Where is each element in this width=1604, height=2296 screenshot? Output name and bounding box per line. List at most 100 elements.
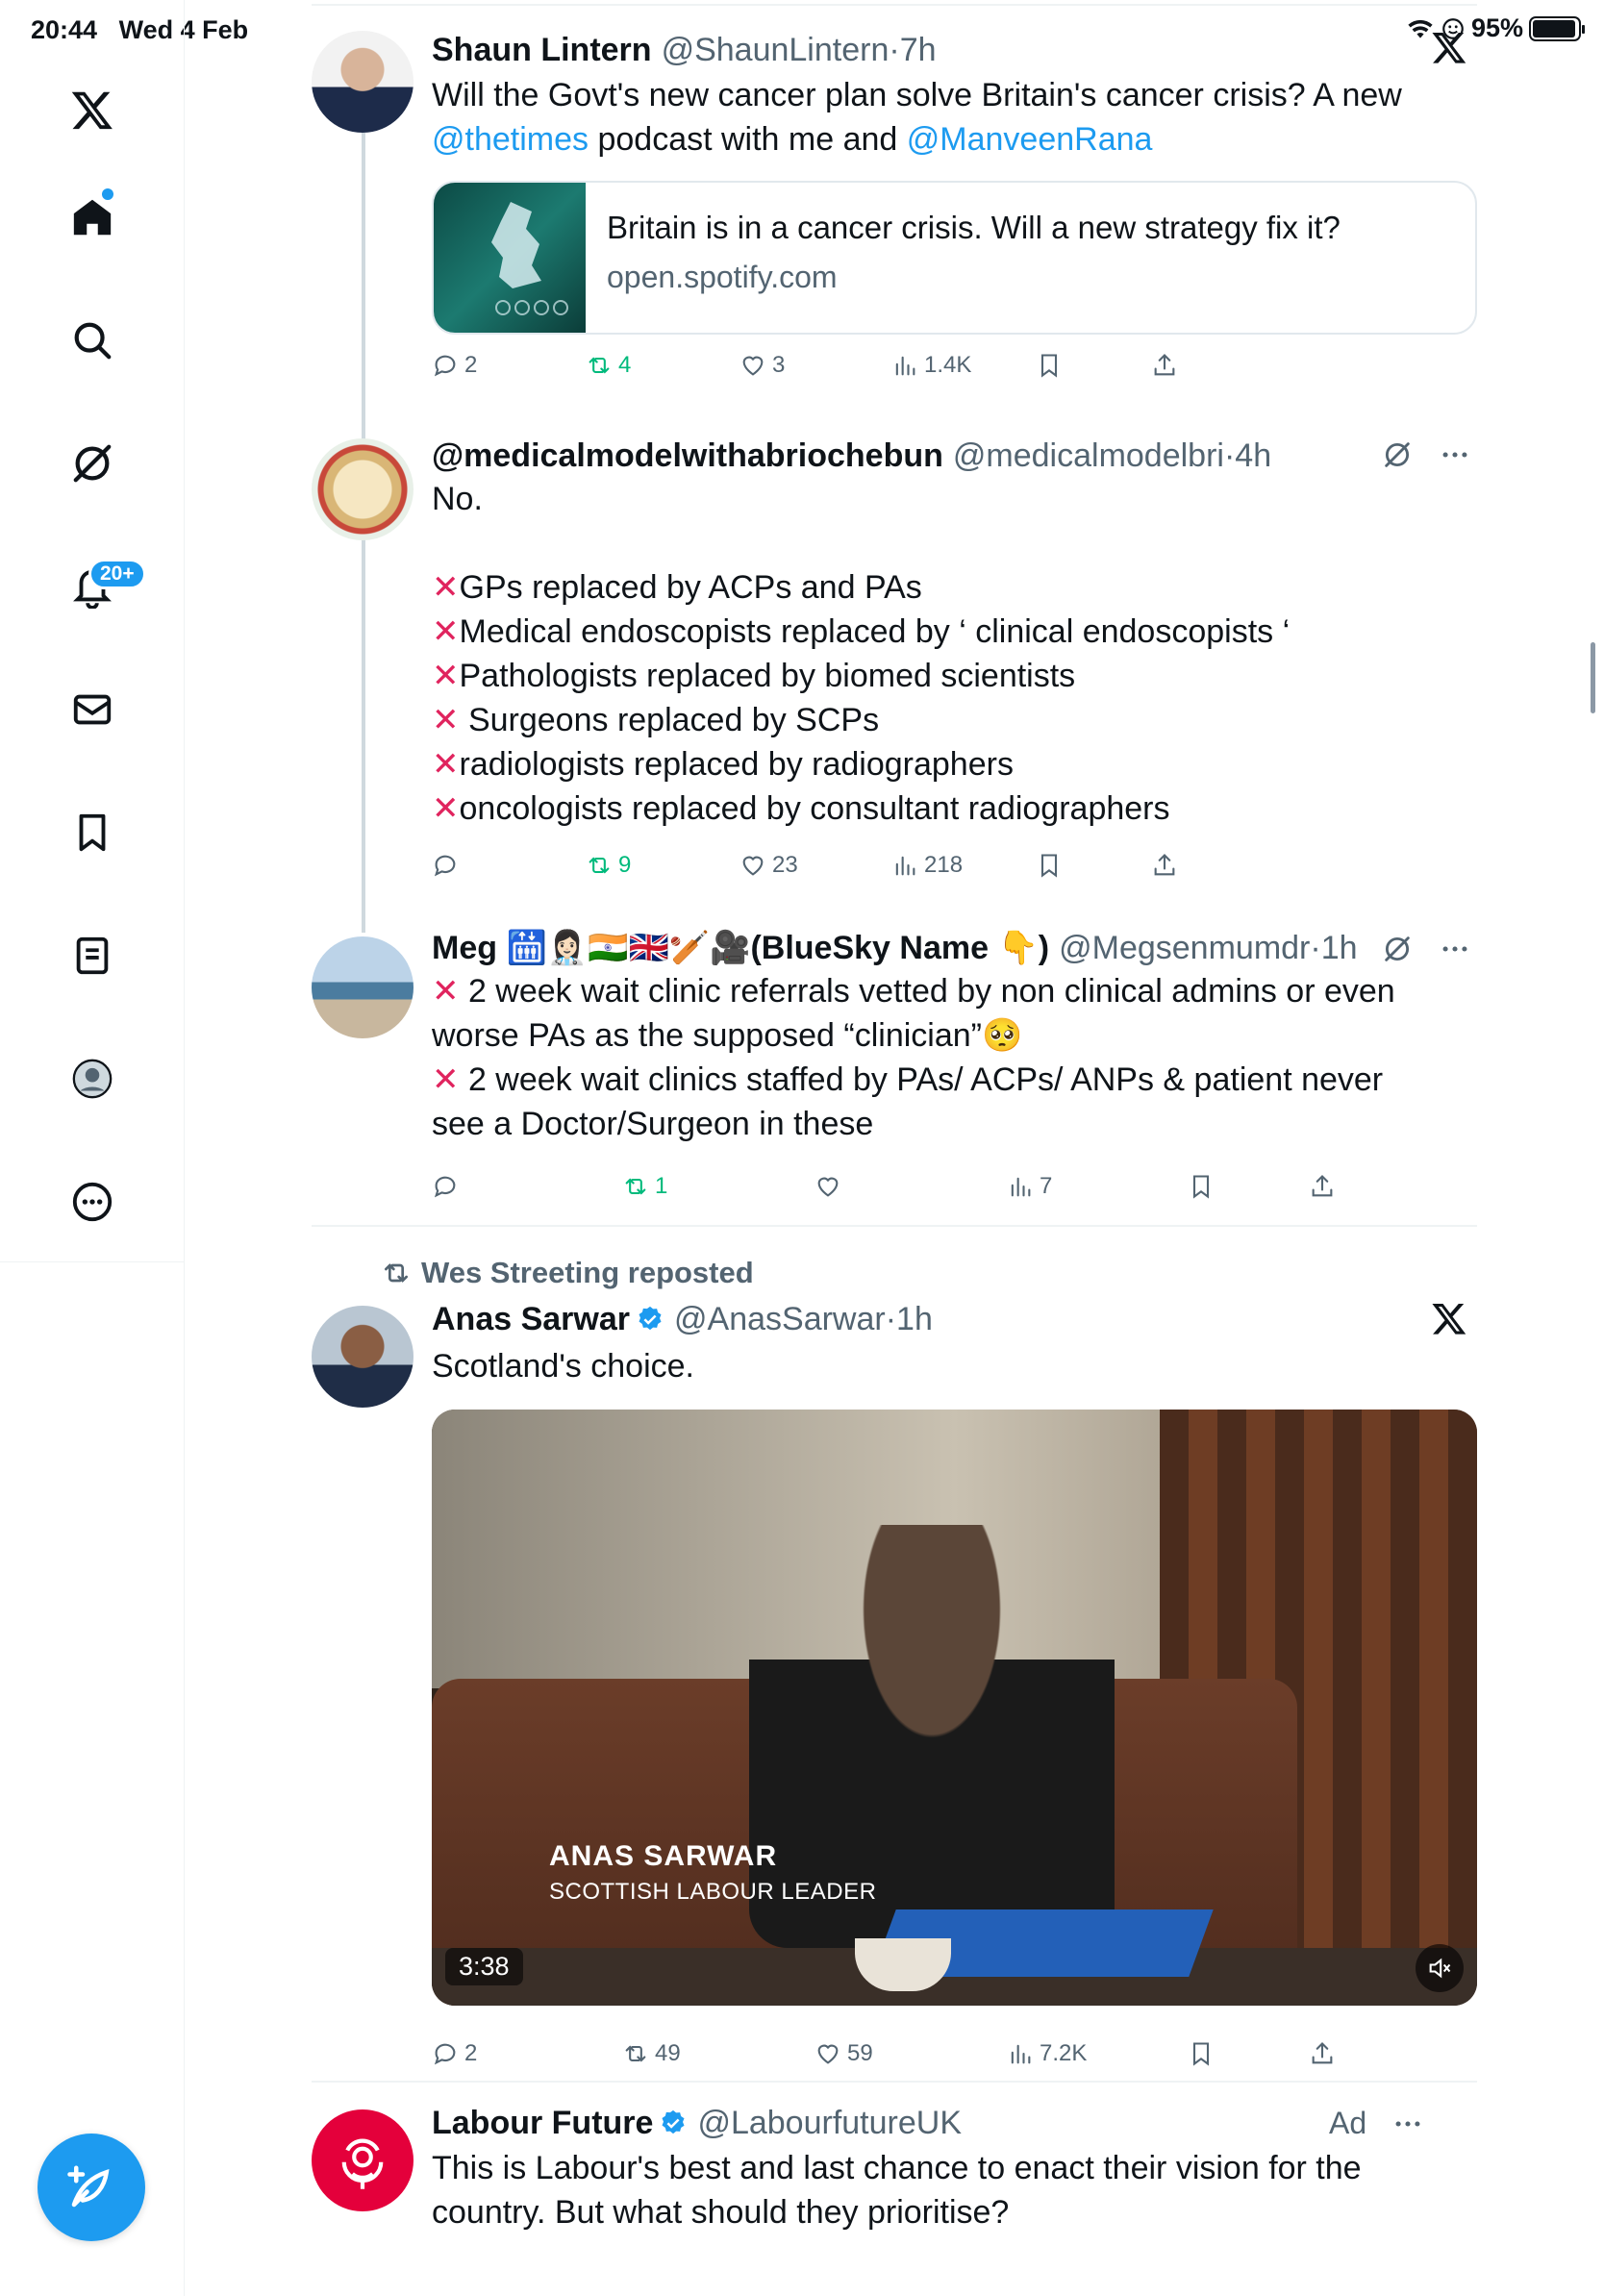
grok-icon[interactable] xyxy=(58,429,127,498)
author-name[interactable]: Meg 🛗👩🏻‍⚕️🇮🇳🇬🇧🏏🎥(BlueSky Name 👇) xyxy=(432,927,1049,969)
views-button[interactable]: 1.4K xyxy=(891,352,971,379)
verified-badge-icon xyxy=(639,1306,662,1331)
avatar[interactable] xyxy=(312,31,414,133)
bookmark-button[interactable] xyxy=(1188,1173,1215,1200)
cross-mark-icon: ✕ xyxy=(432,658,460,694)
reply-count: 2 xyxy=(464,352,478,378)
author-handle[interactable]: @Megsenmumdr xyxy=(1059,927,1310,969)
views-button[interactable]: 218 xyxy=(891,852,963,879)
author-handle[interactable]: @LabourfutureUK xyxy=(697,2102,962,2144)
cross-mark-icon: ✕ xyxy=(432,973,460,1010)
messages-icon[interactable] xyxy=(58,675,127,744)
author-handle[interactable]: @ShaunLintern xyxy=(662,29,890,71)
tweet-header: Shaun Lintern @ShaunLintern · 7h xyxy=(432,29,1477,71)
post-time[interactable]: 4h xyxy=(1235,435,1271,477)
like-button[interactable]: 3 xyxy=(739,352,785,379)
views-button[interactable]: 7.2K xyxy=(1007,2040,1087,2067)
views-icon xyxy=(1011,2044,1031,2064)
x-logo-icon[interactable] xyxy=(58,75,127,144)
heart-icon xyxy=(817,2044,839,2064)
tweet[interactable]: Wes Streeting reposted Anas Sarwar @Anas… xyxy=(312,1250,1477,2077)
views-button[interactable]: 7 xyxy=(1007,1173,1052,1200)
battery-icon xyxy=(1529,15,1585,41)
lists-icon[interactable] xyxy=(58,921,127,990)
video-player[interactable]: ANAS SARWAR SCOTTISH LABOUR LEADER 3:38 xyxy=(432,1410,1477,2006)
mention-link[interactable]: @thetimes xyxy=(432,121,589,158)
repost-button[interactable]: 9 xyxy=(586,852,631,879)
like-button[interactable]: 59 xyxy=(815,2040,873,2067)
like-button[interactable] xyxy=(815,1173,847,1200)
like-count: 59 xyxy=(847,2040,873,2066)
tweet-corner-actions xyxy=(1381,933,1471,965)
cross-mark-icon: ✕ xyxy=(432,613,460,650)
post-time[interactable]: 1h xyxy=(896,1298,933,1340)
home-icon[interactable] xyxy=(58,183,127,252)
video-caption-role: SCOTTISH LABOUR LEADER xyxy=(549,1879,877,1905)
avatar[interactable] xyxy=(312,2109,414,2211)
grok-icon[interactable] xyxy=(1381,438,1414,471)
more-options-icon[interactable] xyxy=(1439,933,1471,965)
author-handle[interactable]: @medicalmodelbri xyxy=(953,435,1224,477)
tweet-text: Will the Govt's new cancer plan solve Br… xyxy=(432,77,1402,158)
compose-feather-icon xyxy=(67,2165,110,2208)
more-options-icon[interactable] xyxy=(1439,438,1471,471)
reply-button[interactable] xyxy=(432,852,464,879)
author-name[interactable]: Labour Future xyxy=(432,2102,653,2144)
avatar[interactable] xyxy=(312,438,414,540)
profile-icon[interactable] xyxy=(58,1044,127,1113)
cross-mark-icon: ✕ xyxy=(432,569,460,606)
repost-label[interactable]: Wes Streeting reposted xyxy=(381,1256,754,1290)
sidebar: 20+ xyxy=(0,0,185,2296)
repost-icon xyxy=(625,2045,646,2062)
view-count: 218 xyxy=(924,852,964,878)
views-icon xyxy=(895,856,915,876)
post-time[interactable]: 1h xyxy=(1321,927,1358,969)
cross-mark-icon: ✕ xyxy=(432,790,460,827)
search-icon[interactable] xyxy=(58,306,127,375)
bookmarks-icon[interactable] xyxy=(58,798,127,867)
avatar[interactable] xyxy=(312,1306,414,1408)
share-button[interactable] xyxy=(1309,2040,1336,2067)
author-handle[interactable]: @AnasSarwar xyxy=(674,1298,886,1340)
compose-button[interactable] xyxy=(38,2134,145,2241)
share-button[interactable] xyxy=(1151,852,1178,879)
more-icon[interactable] xyxy=(58,1167,127,1236)
avatar[interactable] xyxy=(312,936,414,1038)
grok-icon[interactable] xyxy=(1381,933,1414,965)
timeline: Shaun Lintern @ShaunLintern · 7h Will th… xyxy=(185,0,1477,2296)
mute-button[interactable] xyxy=(1416,1944,1464,1992)
notification-badge: 20+ xyxy=(88,559,146,589)
mention-link[interactable]: @ManveenRana xyxy=(907,121,1153,158)
author-name[interactable]: Anas Sarwar xyxy=(432,1298,630,1340)
repost-button[interactable]: 1 xyxy=(622,1173,667,1200)
x-brand-icon xyxy=(1432,1303,1466,1335)
post-time[interactable]: 7h xyxy=(900,29,937,71)
cross-mark-icon: ✕ xyxy=(432,702,460,738)
share-button[interactable] xyxy=(1151,352,1178,379)
repost-button[interactable]: 4 xyxy=(586,352,631,379)
card-thumbnail xyxy=(434,183,586,333)
scrollbar[interactable] xyxy=(1591,642,1595,713)
author-name[interactable]: @medicalmodelwithabriochebun xyxy=(432,435,943,477)
tweet[interactable]: @medicalmodelwithabriochebun @medicalmod… xyxy=(312,435,1477,886)
tweet[interactable]: Shaun Lintern @ShaunLintern · 7h Will th… xyxy=(312,29,1477,394)
tweet-actions: 9 23 218 xyxy=(432,852,1477,890)
bookmark-button[interactable] xyxy=(1036,352,1063,379)
more-options-icon[interactable] xyxy=(1391,2108,1424,2140)
reply-button[interactable] xyxy=(432,1173,464,1200)
tweet[interactable]: Meg 🛗👩🏻‍⚕️🇮🇳🇬🇧🏏🎥(BlueSky Name 👇) @Megsen… xyxy=(312,927,1477,1206)
repost-button[interactable]: 49 xyxy=(622,2040,681,2067)
bookmark-button[interactable] xyxy=(1036,852,1063,879)
separator-dot: · xyxy=(885,1301,897,1337)
like-button[interactable]: 23 xyxy=(739,852,798,879)
link-card[interactable]: Britain is in a cancer crisis. Will a ne… xyxy=(432,181,1477,335)
repost-icon xyxy=(385,1263,408,1283)
share-button[interactable] xyxy=(1309,1173,1336,1200)
reply-button[interactable]: 2 xyxy=(432,2040,477,2067)
ad-tweet[interactable]: Labour Future @LabourfutureUK This is La… xyxy=(312,2102,1477,2296)
reply-button[interactable]: 2 xyxy=(432,352,477,379)
share-icon xyxy=(1312,1175,1333,1197)
bookmark-button[interactable] xyxy=(1188,2040,1215,2067)
author-name[interactable]: Shaun Lintern xyxy=(432,29,652,71)
tweet-text: Scotland's choice. xyxy=(432,1348,694,1385)
